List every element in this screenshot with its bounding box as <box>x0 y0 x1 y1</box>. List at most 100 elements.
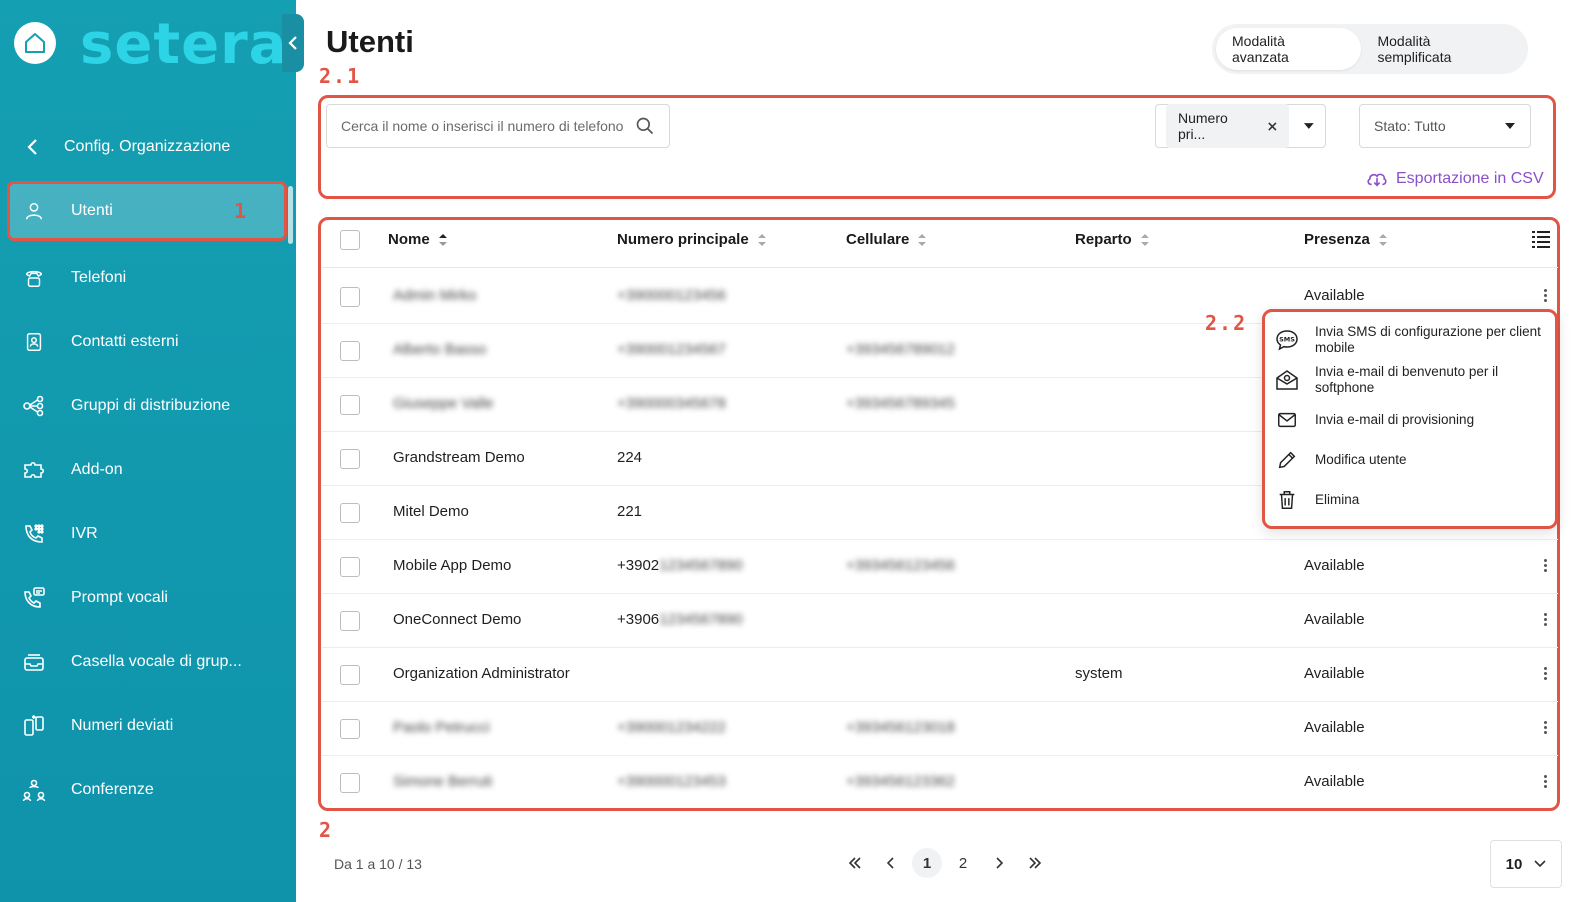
cell-presence: Available <box>1304 773 1365 790</box>
brand-logo: setera <box>80 12 288 77</box>
status-filter-select[interactable]: Stato: Tutto <box>1359 104 1531 148</box>
row-context-menu: SMS Invia SMS di configurazione per clie… <box>1262 309 1558 529</box>
row-checkbox[interactable] <box>340 611 360 631</box>
cell-main-number: +390001234567 <box>617 341 726 358</box>
search-placeholder: Cerca il nome o inserisci il numero di t… <box>341 118 624 134</box>
row-actions-icon[interactable] <box>1542 719 1548 739</box>
sidebar-item-label: Contatti esterni <box>71 333 179 350</box>
cell-mobile: +393456123456 <box>846 557 955 574</box>
mode-advanced-button[interactable]: Modalità avanzata <box>1216 28 1362 70</box>
cell-name: Grandstream Demo <box>393 449 525 466</box>
menu-send-welcome-email[interactable]: Invia e-mail di benvenuto per il softpho… <box>1265 360 1555 400</box>
page-size-select[interactable]: 10 <box>1490 840 1562 888</box>
cell-main-number: +390000345678 <box>617 395 726 412</box>
column-nome[interactable]: Nome <box>388 231 448 248</box>
cell-name: Paolo Petrucci <box>393 719 490 736</box>
sidebar-item-conferenze[interactable]: Conferenze <box>0 758 296 822</box>
sidebar-item-contatti-esterni[interactable]: Contatti esterni <box>0 310 296 374</box>
table-header: Nome Numero principale Cellulare Reparto… <box>322 214 1558 268</box>
column-numero-principale[interactable]: Numero principale <box>617 231 767 248</box>
sidebar-item-casella-vocale[interactable]: Casella vocale di grup... <box>0 630 296 694</box>
row-actions-icon[interactable] <box>1542 611 1548 631</box>
column-label: Cellulare <box>846 231 910 248</box>
row-actions-icon[interactable] <box>1542 287 1548 307</box>
csv-export-label: Esportazione in CSV <box>1396 170 1544 187</box>
sidebar-item-label: Add-on <box>71 461 123 478</box>
column-cellulare[interactable]: Cellulare <box>846 231 927 248</box>
row-checkbox[interactable] <box>340 341 360 361</box>
page-1-button[interactable]: 1 <box>912 848 942 878</box>
menu-send-sms-config[interactable]: SMS Invia SMS di configurazione per clie… <box>1265 320 1555 360</box>
cell-presence: Available <box>1304 719 1365 736</box>
menu-delete[interactable]: Elimina <box>1265 480 1555 520</box>
home-button[interactable] <box>14 22 56 64</box>
row-checkbox[interactable] <box>340 503 360 523</box>
row-checkbox[interactable] <box>340 557 360 577</box>
table-row[interactable]: Mobile App Demo +39021234567890 +3934561… <box>322 540 1558 594</box>
sidebar-item-ivr[interactable]: IVR <box>0 502 296 566</box>
csv-export-link[interactable]: Esportazione in CSV <box>1366 170 1544 188</box>
number-filter-select[interactable]: Numero pri... <box>1155 104 1326 148</box>
open-envelope-icon <box>1275 368 1299 392</box>
row-checkbox[interactable] <box>340 773 360 793</box>
sidebar-item-gruppi-distribuzione[interactable]: Gruppi di distribuzione <box>0 374 296 438</box>
sidebar-item-add-on[interactable]: Add-on <box>0 438 296 502</box>
column-presenza[interactable]: Presenza <box>1304 231 1388 248</box>
cell-main-number: +390001234222 <box>617 719 726 736</box>
annotation-1: 1 <box>234 199 247 223</box>
search-input[interactable]: Cerca il nome o inserisci il numero di t… <box>326 104 670 148</box>
sidebar-item-telefoni[interactable]: Telefoni <box>0 246 296 310</box>
number-prefix: +3906 <box>617 611 660 628</box>
first-page-button[interactable] <box>840 848 870 878</box>
cell-name: Mobile App Demo <box>393 557 512 574</box>
collapse-sidebar-button[interactable] <box>282 14 304 72</box>
sidebar-item-label: Numeri deviati <box>71 717 174 734</box>
sidebar-item-label: Casella vocale di grup... <box>71 653 242 670</box>
sidebar-item-utenti[interactable]: Utenti 1 <box>7 181 287 241</box>
pagination-range: Da 1 a 10 / 13 <box>334 856 422 872</box>
status-filter-value: Stato: Tutto <box>1374 118 1446 134</box>
row-checkbox[interactable] <box>340 719 360 739</box>
cell-presence: Available <box>1304 665 1365 682</box>
row-actions-icon[interactable] <box>1542 665 1548 685</box>
table-row[interactable]: Simone Berruti +390000123453 +3934561233… <box>322 756 1558 810</box>
row-checkbox[interactable] <box>340 449 360 469</box>
sidebar-item-label: Prompt vocali <box>71 589 168 606</box>
sms-icon: SMS <box>1275 328 1299 352</box>
menu-send-provisioning-email[interactable]: Invia e-mail di provisioning <box>1265 400 1555 440</box>
caret-down-icon <box>1304 123 1315 129</box>
column-reparto[interactable]: Reparto <box>1075 231 1150 248</box>
row-checkbox[interactable] <box>340 665 360 685</box>
row-actions-icon[interactable] <box>1542 557 1548 577</box>
page-2-button[interactable]: 2 <box>948 848 978 878</box>
close-icon[interactable] <box>1267 121 1278 132</box>
sidebar-item-prompt-vocali[interactable]: Prompt vocali <box>0 566 296 630</box>
row-checkbox[interactable] <box>340 395 360 415</box>
mode-switch: Modalità avanzata Modalità semplificata <box>1212 24 1528 74</box>
pencil-icon <box>1275 448 1299 472</box>
cell-mobile: +393456789012 <box>846 341 955 358</box>
chevron-left-icon <box>288 36 297 50</box>
voicemail-inbox-icon <box>22 650 46 674</box>
row-actions-icon[interactable] <box>1542 773 1548 793</box>
sidebar-nav: Utenti 1 Telefoni Contatti esterni Grupp… <box>0 181 296 822</box>
back-to-org-config[interactable]: Config. Organizzazione <box>26 138 230 156</box>
ivr-keypad-icon <box>22 522 46 546</box>
sidebar-item-label: Utenti <box>71 202 113 219</box>
row-checkbox[interactable] <box>340 287 360 307</box>
select-all-checkbox[interactable] <box>340 230 360 250</box>
prev-page-button[interactable] <box>876 848 906 878</box>
table-row[interactable]: Paolo Petrucci +390001234222 +3934561230… <box>322 702 1558 756</box>
menu-edit-user[interactable]: Modifica utente <box>1265 440 1555 480</box>
next-page-button[interactable] <box>984 848 1014 878</box>
table-row[interactable]: Organization Administrator system Availa… <box>322 648 1558 702</box>
menu-label: Invia e-mail di provisioning <box>1315 412 1475 427</box>
sidebar-item-numeri-deviati[interactable]: Numeri deviati <box>0 694 296 758</box>
column-settings-icon[interactable] <box>1530 228 1552 250</box>
last-page-button[interactable] <box>1020 848 1050 878</box>
cell-mobile: +393456123362 <box>846 773 955 790</box>
cell-name: OneConnect Demo <box>393 611 522 628</box>
annotation-2-2: 2.2 <box>1205 311 1248 335</box>
mode-simple-button[interactable]: Modalità semplificata <box>1361 28 1524 70</box>
table-row[interactable]: OneConnect Demo +39061234567890 Availabl… <box>322 594 1558 648</box>
